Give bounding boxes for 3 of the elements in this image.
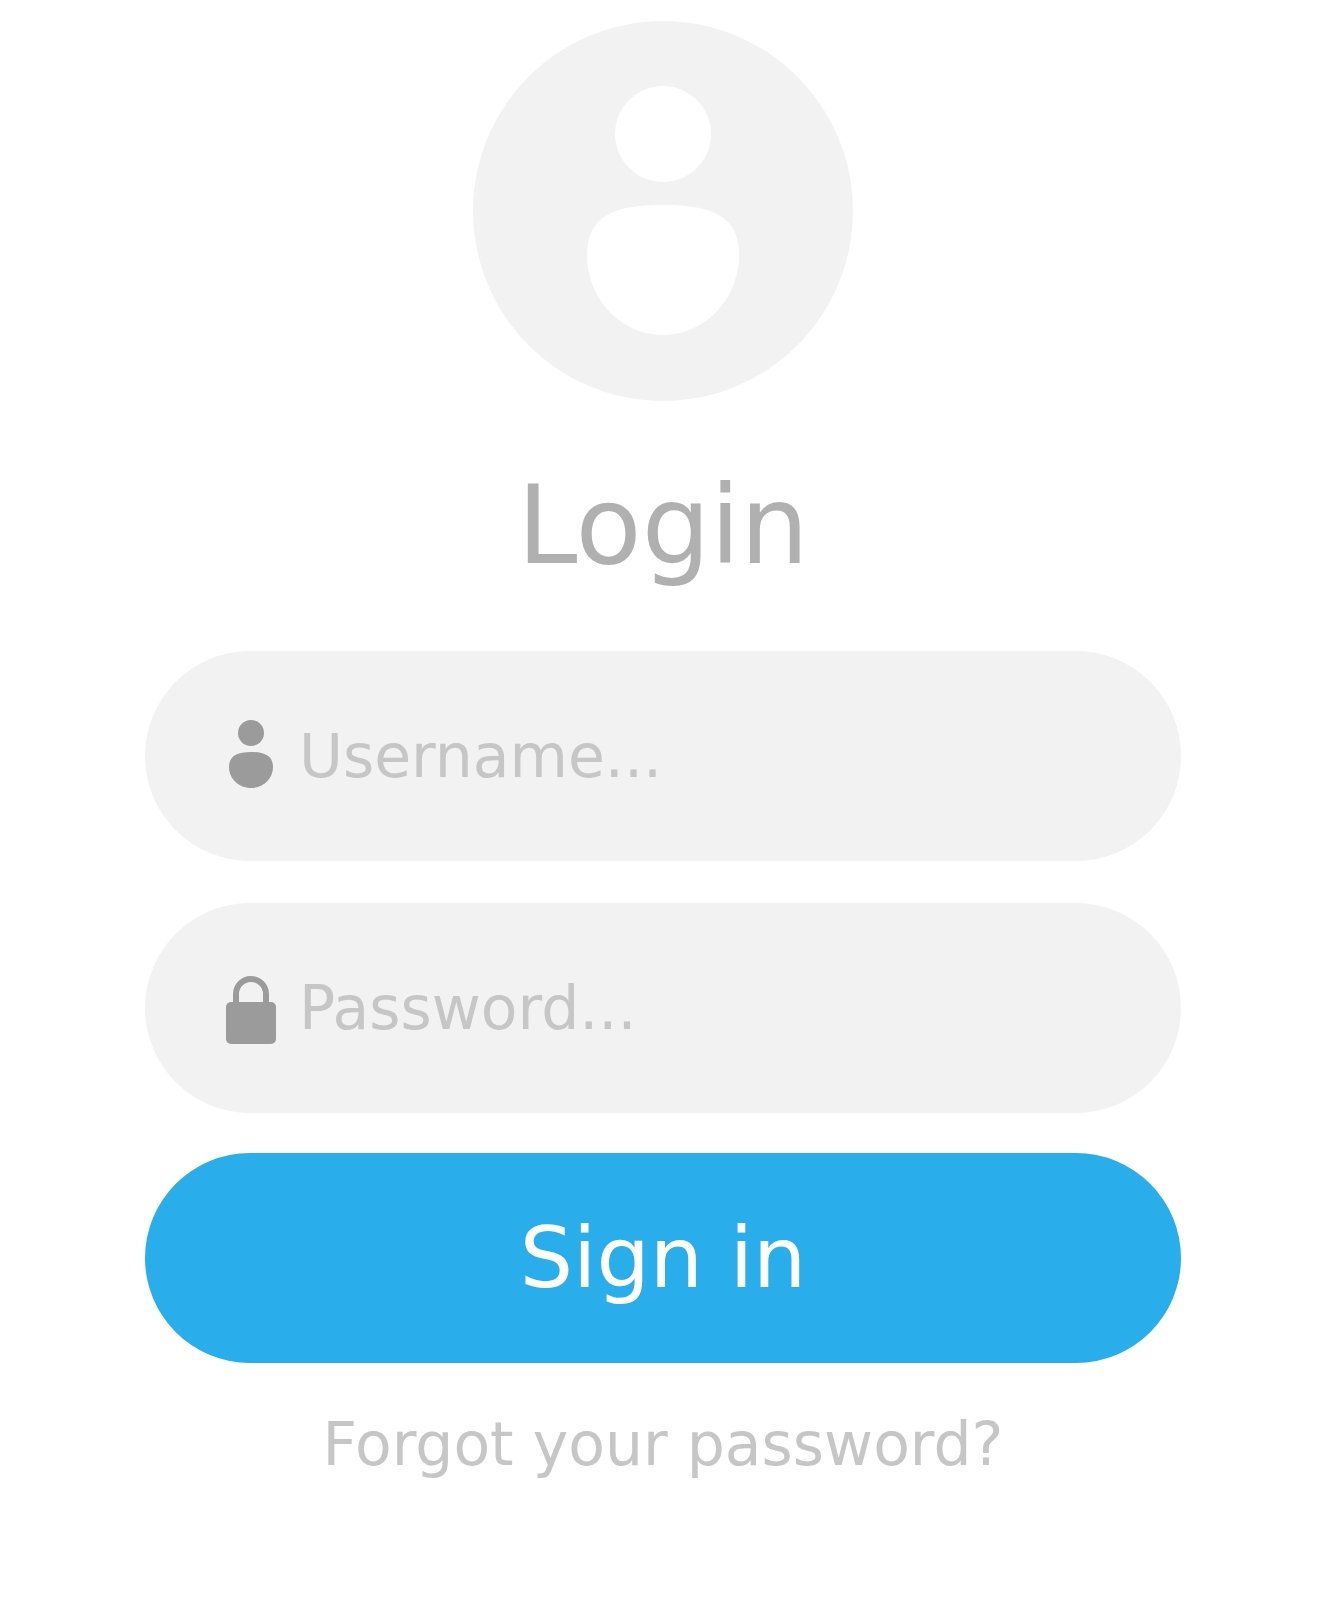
login-title: Login	[517, 462, 809, 590]
forgot-password-link[interactable]: Forgot your password?	[322, 1404, 1004, 1484]
sign-in-button[interactable]: Sign in	[145, 1153, 1181, 1363]
